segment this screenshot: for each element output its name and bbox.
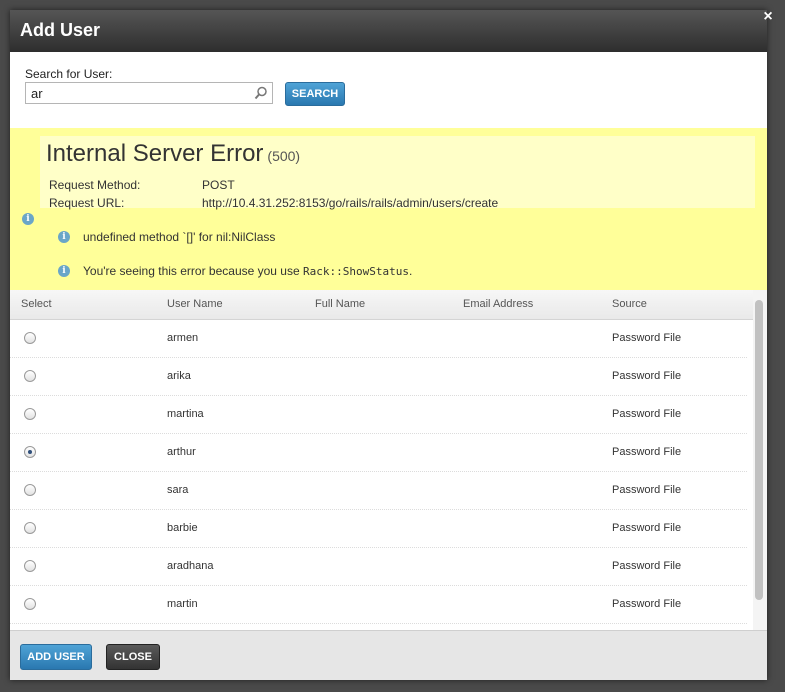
select-radio[interactable]: [24, 446, 36, 458]
column-header-user-name: User Name: [167, 298, 223, 310]
dialog-title: Add User: [20, 20, 101, 40]
status-note-prefix: You're seeing this error because you use: [83, 264, 303, 278]
info-icon: i: [58, 231, 70, 243]
error-message: undefined method `[]' for nil:NilClass: [83, 230, 276, 244]
close-icon[interactable]: ×: [759, 8, 777, 26]
request-method-value: POST: [202, 178, 235, 192]
select-radio[interactable]: [24, 522, 36, 534]
error-title-text: Internal Server Error: [46, 140, 264, 167]
table-row[interactable]: martina Password File: [10, 396, 747, 434]
column-header-select: Select: [21, 298, 52, 310]
status-note-suffix: .: [408, 264, 413, 278]
error-status-note: You're seeing this error because you use…: [83, 264, 412, 278]
error-summary: Internal Server Error (500) Request Metho…: [40, 136, 755, 210]
select-radio[interactable]: [24, 484, 36, 496]
info-icon: i: [58, 265, 70, 277]
status-note-code: Rack::ShowStatus: [302, 265, 409, 278]
table-row[interactable]: armen Password File: [10, 320, 747, 358]
source-cell: Password File: [612, 370, 682, 382]
source-cell: Password File: [612, 522, 682, 534]
source-cell: Password File: [612, 484, 682, 496]
info-icon: i: [22, 213, 34, 225]
table-header: Select User Name Full Name Email Address…: [10, 290, 753, 320]
select-radio[interactable]: [24, 598, 36, 610]
table-row[interactable]: aradhana Password File: [10, 548, 747, 586]
error-panel: Internal Server Error (500) Request Metho…: [10, 128, 767, 290]
table-row[interactable]: barbie Password File: [10, 510, 747, 548]
source-cell: Password File: [612, 560, 682, 572]
user-name-cell: barbie: [167, 522, 198, 534]
request-url-row: Request URL: http://10.4.31.252:8153/go/…: [49, 196, 498, 210]
error-code: (500): [267, 148, 301, 164]
search-box: [25, 82, 273, 104]
user-name-cell: sara: [167, 484, 189, 496]
source-cell: Password File: [612, 408, 682, 420]
dialog-footer: ADD USER CLOSE: [10, 630, 767, 680]
user-name-cell: arika: [167, 370, 191, 382]
dialog-title-bar: Add User: [10, 10, 767, 52]
request-method-row: Request Method: POST: [49, 178, 235, 192]
column-header-email-address: Email Address: [463, 298, 534, 310]
source-cell: Password File: [612, 446, 682, 458]
column-header-source: Source: [612, 298, 647, 310]
add-user-dialog: Add User Search for User: SEARCH Interna…: [10, 10, 767, 680]
users-table: Select User Name Full Name Email Address…: [10, 290, 767, 630]
table-row[interactable]: martin Password File: [10, 586, 747, 624]
search-button[interactable]: SEARCH: [285, 82, 345, 106]
table-row[interactable]: arika Password File: [10, 358, 747, 396]
add-user-button[interactable]: ADD USER: [20, 644, 92, 670]
source-cell: Password File: [612, 598, 682, 610]
close-button[interactable]: CLOSE: [106, 644, 160, 670]
user-name-cell: aradhana: [167, 560, 214, 572]
select-radio[interactable]: [24, 560, 36, 572]
select-radio[interactable]: [24, 332, 36, 344]
select-radio[interactable]: [24, 370, 36, 382]
user-name-cell: armen: [167, 332, 199, 344]
column-header-full-name: Full Name: [315, 298, 366, 310]
search-area: Search for User: SEARCH: [10, 52, 767, 128]
request-url-label: Request URL:: [49, 196, 125, 210]
search-input[interactable]: [31, 84, 251, 102]
table-row[interactable]: sara Password File: [10, 472, 747, 510]
request-url-value: http://10.4.31.252:8153/go/rails/rails/a…: [202, 196, 499, 210]
user-name-cell: martin: [167, 598, 198, 610]
select-radio[interactable]: [24, 408, 36, 420]
table-scrollbar-thumb[interactable]: [755, 300, 763, 600]
user-name-cell: martina: [167, 408, 204, 420]
request-method-label: Request Method:: [49, 178, 141, 192]
search-icon: [254, 86, 267, 100]
source-cell: Password File: [612, 332, 682, 344]
table-row[interactable]: arthur Password File: [10, 434, 747, 472]
error-title: Internal Server Error (500): [46, 140, 300, 168]
user-name-cell: arthur: [167, 446, 196, 458]
search-label: Search for User:: [25, 67, 113, 81]
